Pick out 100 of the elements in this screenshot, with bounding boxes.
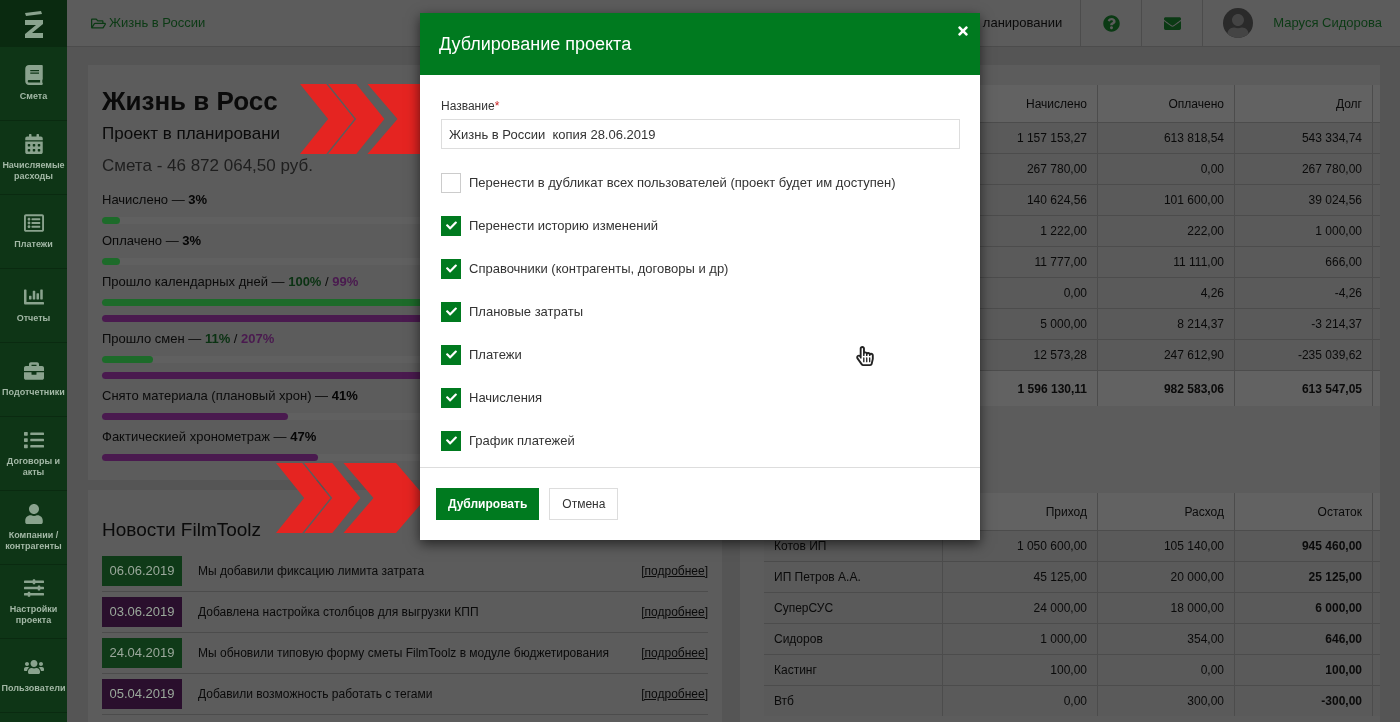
close-icon[interactable]: [956, 24, 970, 38]
sidebar-item[interactable]: Договоры и акты: [0, 417, 67, 491]
table-cell-text: 12 573,28: [1033, 347, 1087, 364]
sidebar-item[interactable]: Платежи: [0, 195, 67, 269]
checkbox[interactable]: [441, 430, 461, 451]
date-badge: 24.04.2019: [102, 638, 182, 668]
table-cell-text: СуперСУС: [774, 600, 834, 617]
option-label[interactable]: Перенести историю изменений: [469, 215, 658, 236]
column-header: Долг: [1335, 95, 1362, 113]
checkbox[interactable]: [441, 258, 461, 279]
book-icon: [23, 65, 44, 85]
table-cell-text: Котов ИП: [774, 538, 827, 555]
table-cell-text: 1 222,00: [1040, 223, 1087, 240]
table-cell-text: 1 050 600,00: [1016, 538, 1087, 555]
check-icon: [445, 306, 457, 317]
sidebar-item[interactable]: Пользователи: [0, 639, 67, 713]
total-cell-text: 1 596 130,11: [1017, 380, 1087, 398]
table-cell-text: 5 000,00: [1040, 316, 1087, 333]
checkbox[interactable]: [441, 172, 461, 193]
sidebar-item[interactable]: Подотчетники: [0, 343, 67, 417]
table-cell-text: 6 000,00: [1315, 600, 1362, 617]
table-cell-text: 945 460,00: [1301, 538, 1362, 555]
sidebar-item[interactable]: Отчеты: [0, 269, 67, 343]
name-field[interactable]: Жизнь в России копия 28.06.2019: [441, 119, 960, 149]
project-subtitle: Проект в планировани: [102, 123, 281, 145]
table-cell-text: 25 125,00: [1308, 569, 1362, 586]
bar-chart-icon: [23, 287, 44, 307]
table-cell-text: 0,00: [1063, 693, 1087, 710]
date-badge: 05.04.2019: [102, 679, 182, 709]
news-text: Добавлена настройка столбцов для выгрузки КПП: [198, 604, 480, 621]
table-cell-text: 24 000,00: [1033, 600, 1087, 617]
table-cell-text: Сидоров: [774, 631, 823, 648]
list-icon: [23, 213, 44, 233]
field-label: Название*: [441, 99, 500, 113]
user-icon: [23, 503, 44, 524]
option-label[interactable]: Плановые затраты: [469, 301, 583, 322]
check-icon: [445, 392, 457, 403]
table-cell-text: 543 334,74: [1301, 130, 1362, 147]
checkbox[interactable]: [441, 387, 461, 408]
table-cell-text: 100,00: [1325, 662, 1362, 679]
sidebar-item[interactable]: Компании / контрагенты: [0, 491, 67, 565]
table-cell-text: -4,26: [1334, 285, 1362, 302]
checkbox[interactable]: [441, 215, 461, 236]
table-cell-text: 267 780,00: [1301, 161, 1362, 178]
total-cell-text: 982 583,06: [1163, 380, 1224, 398]
table-cell-text: 646,00: [1325, 631, 1362, 648]
table-cell-text: 222,00: [1187, 223, 1224, 240]
hand-cursor-icon: [855, 346, 875, 366]
sliders-icon: [23, 577, 44, 598]
dialog-title: Дублирование проекта: [439, 32, 632, 56]
column-header: Оплачено: [1168, 95, 1224, 113]
table-cell-text: 100,00: [1050, 662, 1087, 679]
option-label[interactable]: График платежей: [469, 430, 575, 451]
news-text: Мы добавили фиксацию лимита затрата: [198, 563, 426, 580]
checkbox[interactable]: [441, 301, 461, 322]
table-cell-text: ИП Петров А.А.: [774, 569, 861, 586]
table-cell-text: -235 039,62: [1297, 347, 1362, 364]
users-icon: [23, 657, 44, 677]
table-cell-text: 0,00: [1200, 161, 1224, 178]
sidebar-item[interactable]: Смета: [0, 47, 67, 121]
stat-label: Оплачено — 3%: [102, 232, 202, 249]
table-cell-text: 140 624,56: [1026, 192, 1087, 209]
sidebar-item[interactable]: Начисляемые расходы: [0, 121, 67, 195]
sidebar-item[interactable]: Настройки проекта: [0, 565, 67, 639]
stat-label: Фактическией хронометраж — 47%: [102, 428, 317, 445]
stat-label: Снято материала (плановый хрон) — 41%: [102, 387, 358, 404]
table-cell-text: 300,00: [1187, 693, 1224, 710]
news-text: Мы обновили типовую форму сметы FilmToolz в модуле бюджетирования: [198, 645, 610, 662]
calendar-icon: [23, 133, 44, 154]
check-icon: [445, 220, 457, 231]
table-cell-text: 101 600,00: [1163, 192, 1224, 209]
news-title: Новости FilmToolz: [102, 518, 262, 542]
column-header: Начислено: [1026, 95, 1087, 113]
table-cell-text: 247 612,90: [1163, 347, 1224, 364]
total-cell-text: 613 547,05: [1301, 380, 1362, 398]
table-cell-text: 8 214,37: [1177, 316, 1224, 333]
estimate-total: Смета - 46 872 064,50 руб.: [102, 155, 313, 177]
stat-label: Начислено — 3%: [102, 191, 208, 208]
table-cell-text: 0,00: [1200, 662, 1224, 679]
checkbox[interactable]: [441, 344, 461, 365]
date-badge: 03.06.2019: [102, 597, 182, 627]
option-label[interactable]: Справочники (контрагенты, договоры и др): [469, 258, 729, 279]
option-label[interactable]: Начисления: [469, 387, 543, 408]
table-cell-text: 613 818,54: [1163, 130, 1224, 147]
column-header: Остаток: [1317, 503, 1362, 521]
option-label[interactable]: Перенести в дубликат всех пользователей (проект будет им доступен): [469, 172, 896, 193]
table-cell-text: 1 157 153,27: [1016, 130, 1087, 147]
column-header: Расход: [1184, 503, 1224, 521]
cancel-button[interactable]: Отмена: [549, 488, 619, 520]
table-cell-text: 105 140,00: [1163, 538, 1224, 555]
table-cell-text: Втб: [774, 693, 794, 710]
duplicate-button[interactable]: Дублировать: [436, 488, 540, 520]
table-cell-text: 39 024,56: [1308, 192, 1362, 209]
stat-label: Прошло календарных дней — 100% / 99%: [102, 273, 359, 290]
briefcase-icon: [23, 361, 44, 381]
table-cell-text: 0,00: [1063, 285, 1087, 302]
table-cell-text: 4,26: [1200, 285, 1224, 302]
logo-icon[interactable]: [22, 8, 45, 39]
table-cell-text: -300,00: [1321, 693, 1362, 710]
option-label[interactable]: Платежи: [469, 344, 522, 365]
